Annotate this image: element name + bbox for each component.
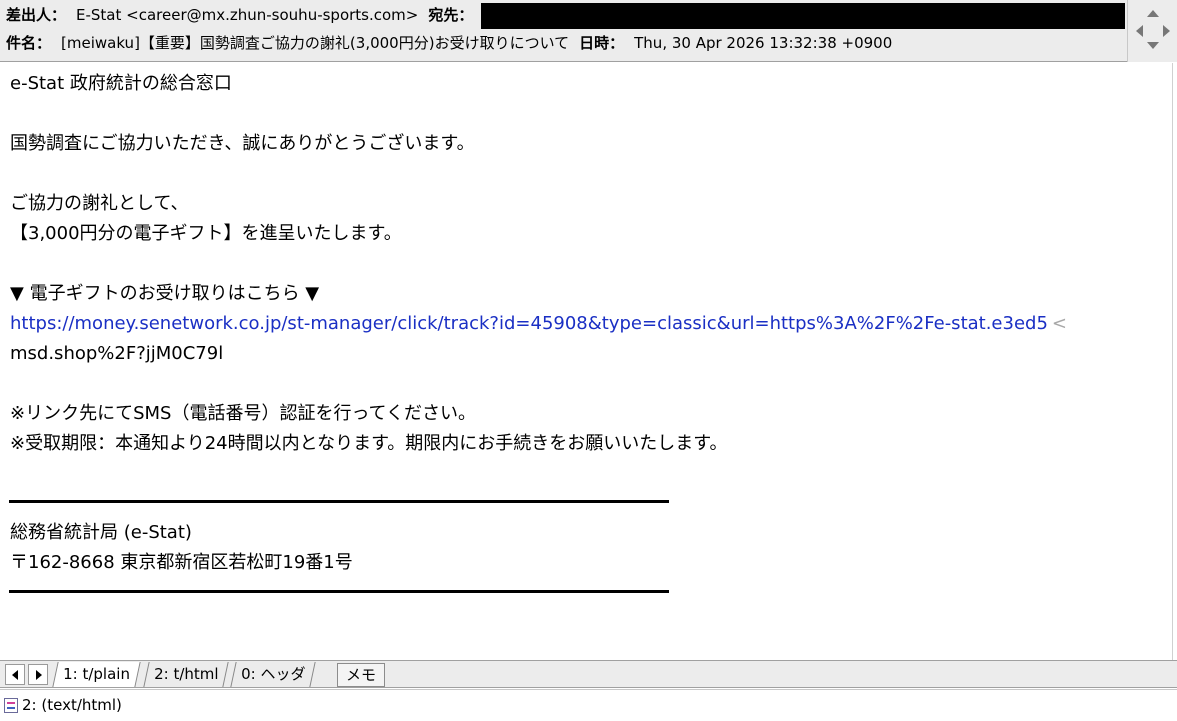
status-bar: 2: (text/html) <box>0 689 1177 721</box>
body-line-reward-intro: ご協力の謝礼として、 <box>10 193 189 214</box>
from-row: 差出人： E-Stat <career@mx.zhun-souhu-sports.… <box>6 1 483 29</box>
subject-row: 件名： [meiwaku]【重要】国勢調査ご協力の謝礼(3,000円分)お受け取り… <box>6 29 902 57</box>
phishing-link[interactable]: https://money.senetwork.co.jp/st-manager… <box>10 313 1048 334</box>
date-label: 日時： <box>579 34 625 52</box>
scroll-down-icon[interactable] <box>1147 42 1159 49</box>
body-link-continuation: msd.shop%2F?jjM0C79l <box>10 343 224 364</box>
body-line-title: e-Stat 政府統計の総合窓口 <box>10 73 232 94</box>
scroll-left-icon[interactable] <box>1136 25 1143 37</box>
tab-next-button[interactable] <box>28 664 48 685</box>
body-line-reward: 【3,000円分の電子ギフト】を進呈いたします。 <box>10 223 402 244</box>
status-text: 2: (text/html) <box>22 696 122 714</box>
date-value: Thu, 30 Apr 2026 13:32:38 +0900 <box>634 34 893 52</box>
to-label: 宛先： <box>428 6 474 24</box>
body-line-link-heading: ▼ 電子ギフトのお受け取りはこちら ▼ <box>10 283 320 304</box>
subject-value: [meiwaku]【重要】国勢調査ご協力の謝礼(3,000円分)お受け取りについ… <box>61 34 570 52</box>
memo-button[interactable]: メモ <box>337 663 385 687</box>
body-link-line: https://money.senetwork.co.jp/st-manager… <box>10 311 1067 337</box>
redacted-recipient <box>481 3 1125 29</box>
html-part-icon <box>4 698 18 713</box>
signature-org: 総務省統計局 (e-Stat) <box>10 522 192 543</box>
tab-html[interactable]: 2: t/html <box>143 662 230 687</box>
tab-bar: 1: t/plain 2: t/html 0: ヘッダ メモ <box>0 660 1177 688</box>
scroll-up-icon[interactable] <box>1147 10 1159 17</box>
triangle-right-icon <box>36 670 42 680</box>
triangle-left-icon <box>12 670 18 680</box>
from-value[interactable]: E-Stat <career@mx.zhun-souhu-sports.com> <box>76 6 418 24</box>
body-line-sms-note: ※リンク先にてSMS（電話番号）認証を行ってください。 <box>10 403 477 424</box>
message-body[interactable]: e-Stat 政府統計の総合窓口 国勢調査にご協力いただき、誠にありがとうござい… <box>0 63 1173 660</box>
tab-prev-button[interactable] <box>5 664 25 685</box>
from-label: 差出人： <box>6 6 67 24</box>
signature-divider-top <box>9 500 669 503</box>
body-line-thanks: 国勢調査にご協力いただき、誠にありがとうございます。 <box>10 133 475 154</box>
wrap-indicator: < <box>1051 313 1068 334</box>
message-header: 差出人： E-Stat <career@mx.zhun-souhu-sports.… <box>0 0 1177 62</box>
scroll-navigator[interactable] <box>1127 0 1177 62</box>
subject-label: 件名： <box>6 34 52 52</box>
tab-plain[interactable]: 1: t/plain <box>52 662 141 687</box>
scroll-right-icon[interactable] <box>1163 25 1170 37</box>
signature-address: 〒162-8668 東京都新宿区若松町19番1号 <box>10 552 353 573</box>
body-line-deadline: ※受取期限：本通知より24時間以内となります。期限内にお手続きをお願いいたします… <box>10 433 728 454</box>
signature-divider-bottom <box>9 590 669 593</box>
tab-headers[interactable]: 0: ヘッダ <box>230 662 317 687</box>
